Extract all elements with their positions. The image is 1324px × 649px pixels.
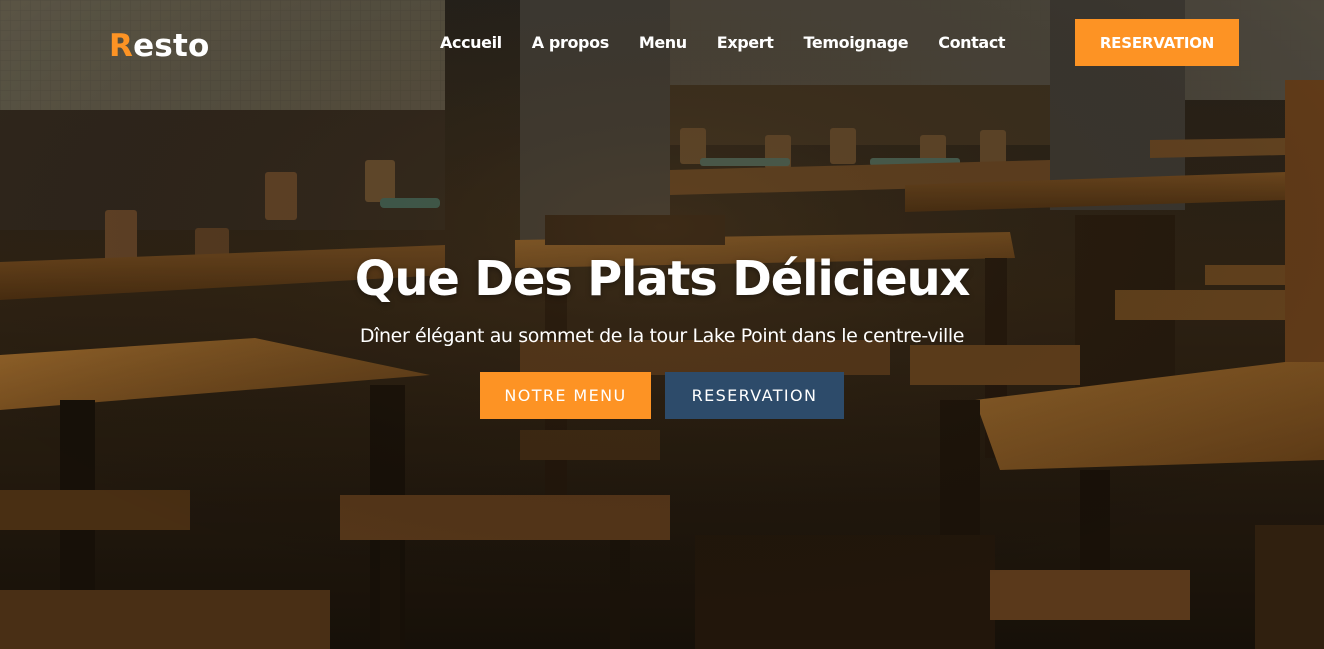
hero-reservation-button[interactable]: RESERVATION [665, 372, 844, 419]
brand-logo-first-letter: R [109, 28, 134, 64]
navbar: Resto Accueil A propos Menu Expert Temoi… [0, 0, 1324, 86]
brand-logo[interactable]: Resto [109, 26, 209, 66]
nav-link-accueil[interactable]: Accueil [440, 31, 502, 55]
brand-logo-rest: esto [133, 28, 210, 64]
nav-link-menu[interactable]: Menu [639, 31, 687, 55]
nav-link-temoignage[interactable]: Temoignage [804, 31, 909, 55]
notre-menu-button[interactable]: NOTRE MENU [480, 372, 651, 419]
hero-section: Resto Accueil A propos Menu Expert Temoi… [0, 0, 1324, 649]
hero-subtitle: Dîner élégant au sommet de la tour Lake … [359, 325, 965, 347]
nav-reservation-button[interactable]: RESERVATION [1075, 19, 1239, 66]
hero-title: Que Des Plats Délicieux [354, 251, 971, 307]
hero-buttons: NOTRE MENU RESERVATION [0, 372, 1324, 419]
nav-link-contact[interactable]: Contact [938, 31, 1005, 55]
hero-content: Que Des Plats Délicieux Dîner élégant au… [0, 246, 1324, 351]
main-nav: Accueil A propos Menu Expert Temoignage … [440, 31, 1006, 55]
nav-link-expert[interactable]: Expert [717, 31, 774, 55]
nav-link-a-propos[interactable]: A propos [532, 31, 609, 55]
